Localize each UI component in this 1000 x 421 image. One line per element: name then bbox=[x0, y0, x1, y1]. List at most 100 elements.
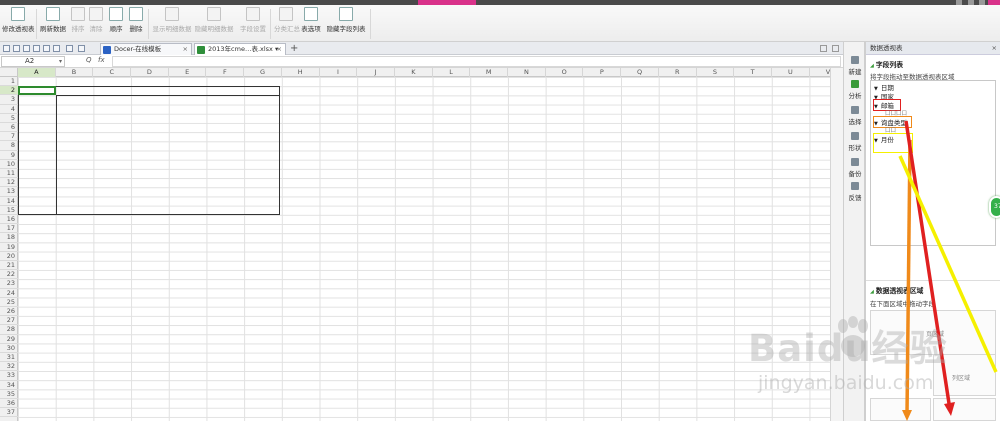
values-area-dropzone[interactable] bbox=[933, 398, 996, 421]
row-header-15[interactable]: 15 bbox=[0, 206, 18, 215]
backup-button[interactable]: 备份 bbox=[844, 158, 866, 178]
analyze-button[interactable]: 分析 bbox=[844, 80, 866, 100]
field-list-section-title[interactable]: ◢ 字段列表 bbox=[870, 59, 903, 69]
redo-icon[interactable] bbox=[78, 45, 85, 52]
column-header-g[interactable]: G bbox=[244, 68, 282, 77]
row-header-13[interactable]: 13 bbox=[0, 187, 18, 197]
row-header-4[interactable]: 4 bbox=[0, 105, 18, 114]
row-header-35[interactable]: 35 bbox=[0, 390, 18, 399]
row-header-3[interactable]: 3 bbox=[0, 95, 18, 105]
column-header-a[interactable]: A bbox=[18, 68, 56, 77]
field-item-5[interactable]: ▼ 月份 bbox=[873, 133, 913, 153]
column-header-u[interactable]: U bbox=[772, 68, 810, 77]
row-header-36[interactable]: 36 bbox=[0, 399, 18, 409]
row-header-30[interactable]: 30 bbox=[0, 344, 18, 353]
show-detail-button[interactable]: 显示明细数据 bbox=[152, 7, 192, 33]
field-settings-button[interactable]: 字段设置 bbox=[236, 7, 270, 33]
close-pane-icon[interactable]: × bbox=[992, 42, 997, 55]
column-header-q[interactable]: Q bbox=[621, 68, 659, 77]
column-header-s[interactable]: S bbox=[697, 68, 735, 77]
column-header-d[interactable]: D bbox=[131, 68, 169, 77]
clear-button[interactable]: 清除 bbox=[88, 7, 104, 33]
row-header-14[interactable]: 14 bbox=[0, 197, 18, 206]
print-icon[interactable] bbox=[33, 45, 40, 52]
row-header-21[interactable]: 21 bbox=[0, 261, 18, 271]
shape-button[interactable]: 形状 bbox=[844, 132, 866, 152]
edit-pivot-button[interactable]: 修改透视表 bbox=[2, 7, 35, 33]
column-header-o[interactable]: O bbox=[546, 68, 584, 77]
column-header-t[interactable]: T bbox=[734, 68, 772, 77]
name-box[interactable]: A2 ▾ bbox=[1, 56, 65, 67]
row-header-27[interactable]: 27 bbox=[0, 316, 18, 326]
row-header-11[interactable]: 11 bbox=[0, 169, 18, 179]
vertical-scrollbar[interactable] bbox=[830, 68, 843, 421]
row-header-25[interactable]: 25 bbox=[0, 298, 18, 307]
column-header-h[interactable]: H bbox=[282, 68, 320, 77]
close-tab-icon[interactable]: × bbox=[277, 44, 282, 55]
field-list[interactable]: ▼ 日期 ▼ 国家 ▼ 邮箱 ▼ 询盘类型 ▼ 月份 口口口口 口口 bbox=[870, 80, 996, 246]
field-item-partial[interactable]: 口口口口 bbox=[885, 109, 907, 117]
formula-input[interactable] bbox=[112, 56, 841, 67]
table-options-button[interactable]: 表选项 bbox=[300, 7, 322, 33]
row-header-37[interactable]: 37 bbox=[0, 408, 18, 418]
column-header-r[interactable]: R bbox=[659, 68, 697, 77]
column-header-c[interactable]: C bbox=[93, 68, 132, 77]
hide-field-list-button[interactable]: 隐藏字段列表 bbox=[326, 7, 366, 33]
row-header-31[interactable]: 31 bbox=[0, 353, 18, 363]
row-area-dropzone[interactable] bbox=[870, 398, 931, 421]
selected-cell[interactable] bbox=[18, 86, 56, 96]
zoom-icon[interactable]: Q bbox=[86, 56, 92, 64]
row-header-18[interactable]: 18 bbox=[0, 233, 18, 243]
column-header-l[interactable]: L bbox=[433, 68, 471, 77]
row-header-34[interactable]: 34 bbox=[0, 381, 18, 390]
column-header-k[interactable]: K bbox=[395, 68, 433, 77]
field-item-partial[interactable]: 口口 bbox=[885, 126, 896, 134]
row-header-32[interactable]: 32 bbox=[0, 362, 18, 372]
restore-doc-icon[interactable] bbox=[820, 45, 827, 52]
save-icon[interactable] bbox=[13, 45, 20, 52]
chevron-down-icon[interactable]: ▾ bbox=[59, 57, 62, 66]
print-preview-icon[interactable] bbox=[23, 45, 30, 52]
column-header-b[interactable]: B bbox=[56, 68, 94, 77]
row-header-17[interactable]: 17 bbox=[0, 224, 18, 234]
row-header-28[interactable]: 28 bbox=[0, 325, 18, 335]
open-icon[interactable] bbox=[3, 45, 10, 52]
column-header-n[interactable]: N bbox=[508, 68, 546, 77]
row-header-6[interactable]: 6 bbox=[0, 123, 18, 133]
row-header-5[interactable]: 5 bbox=[0, 114, 18, 123]
column-header-v[interactable]: V bbox=[810, 68, 830, 77]
column-header-e[interactable]: E bbox=[169, 68, 207, 77]
undo-icon[interactable] bbox=[66, 45, 73, 52]
order-button[interactable]: 顺序 bbox=[106, 7, 126, 33]
column-area-dropzone[interactable]: 列区域 bbox=[933, 354, 996, 396]
fx-icon[interactable]: fx bbox=[98, 56, 105, 64]
areas-section-title[interactable]: ◢ 数据透视表区域 bbox=[870, 285, 923, 295]
row-header-22[interactable]: 22 bbox=[0, 270, 18, 280]
feedback-button[interactable]: 反馈 bbox=[844, 182, 866, 202]
export-icon[interactable] bbox=[43, 45, 50, 52]
refresh-button[interactable]: 刷新数据 bbox=[38, 7, 68, 33]
row-header-19[interactable]: 19 bbox=[0, 243, 18, 252]
close-tab-icon[interactable]: × bbox=[183, 44, 188, 55]
row-header-9[interactable]: 9 bbox=[0, 151, 18, 160]
row-header-7[interactable]: 7 bbox=[0, 132, 18, 142]
column-header-j[interactable]: J bbox=[357, 68, 395, 77]
tab-docer-templates[interactable]: Docer-在线模板 × bbox=[100, 43, 192, 55]
row-header-33[interactable]: 33 bbox=[0, 371, 18, 381]
select-all-corner[interactable] bbox=[0, 68, 18, 77]
page-area-dropzone[interactable]: 页区域 bbox=[870, 310, 996, 355]
column-header-p[interactable]: P bbox=[584, 68, 622, 77]
row-header-23[interactable]: 23 bbox=[0, 279, 18, 289]
column-header-f[interactable]: F bbox=[207, 68, 245, 77]
row-header-12[interactable]: 12 bbox=[0, 178, 18, 188]
hide-detail-button[interactable]: 隐藏明细数据 bbox=[194, 7, 234, 33]
subtotal-button[interactable]: 分类汇总 bbox=[274, 7, 300, 33]
copy-icon[interactable] bbox=[53, 45, 60, 52]
row-header-26[interactable]: 26 bbox=[0, 307, 18, 317]
row-header-2[interactable]: 2 bbox=[0, 86, 18, 96]
row-header-1[interactable]: 1 bbox=[0, 77, 18, 87]
spreadsheet-grid[interactable]: ABCDEFGHIJKLMNOPQRSTUV 1 2 3 4 5 6 7 8 9 10 11 12 13… bbox=[0, 68, 830, 421]
select-button[interactable]: 选择 bbox=[844, 106, 866, 126]
new-tab-button[interactable]: + bbox=[290, 42, 298, 55]
close-doc-icon[interactable] bbox=[832, 45, 839, 52]
